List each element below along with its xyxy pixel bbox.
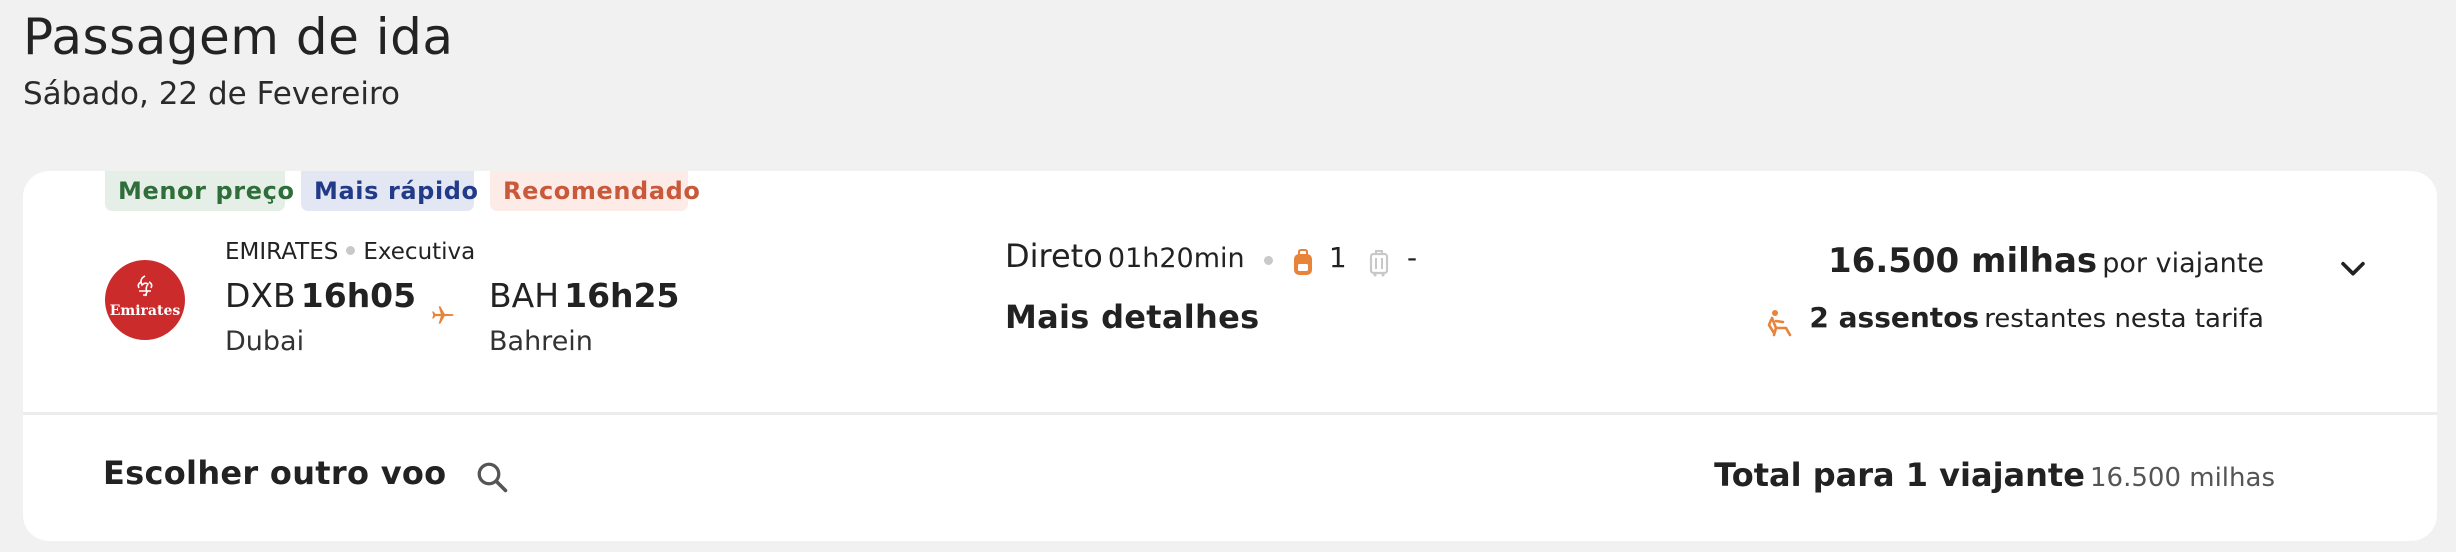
price-per-label: por viajante <box>2102 248 2264 279</box>
badge-lowest-price: Menor preço <box>105 171 294 211</box>
separator-dot <box>1263 256 1273 265</box>
badge-fastest: Mais rápido <box>301 171 478 211</box>
airline-info: EMIRATES Executiva <box>225 239 475 265</box>
chevron-down-icon[interactable] <box>2336 251 2370 285</box>
seats-rest-label: restantes nesta tarifa <box>1984 304 2264 334</box>
total-miles: 16.500 milhas <box>2090 463 2275 493</box>
separator-dot <box>346 246 356 255</box>
airline-logo: Emirates <box>105 260 185 340</box>
page-subtitle-date: Sábado, 22 de Fevereiro <box>23 76 401 112</box>
more-details-link[interactable]: Mais detalhes <box>1005 298 1260 336</box>
departure-code: DXB <box>225 276 296 315</box>
choose-other-flight-label: Escolher outro voo <box>103 454 447 492</box>
airline-logo-text: Emirates <box>110 303 181 319</box>
page-title: Passagem de ida <box>23 8 454 66</box>
suitcase-icon <box>1369 249 1388 276</box>
departure-city: Dubai <box>225 326 305 357</box>
arrival-time: 16h25 <box>564 276 680 315</box>
choose-other-flight-button[interactable]: Escolher outro voo <box>103 454 510 498</box>
seats-remaining: 2 assentos restantes nesta tarifa <box>1766 301 2264 338</box>
flight-card[interactable]: Menor preço Mais rápido Recomendado Emir… <box>23 171 2437 541</box>
badge-recommended: Recomendado <box>490 171 700 211</box>
arrival-time-block: BAH 16h25 <box>489 276 679 315</box>
card-divider <box>23 412 2437 415</box>
arrival-code: BAH <box>489 276 560 315</box>
total-label: Total para 1 viajante <box>1714 456 2085 494</box>
backpack-icon <box>1293 248 1312 275</box>
carry-on-count: 1 <box>1328 241 1347 274</box>
price-per-traveler: 16.500 milhas por viajante <box>1828 241 2264 281</box>
airline-name: EMIRATES <box>225 239 339 265</box>
departure-time-block: DXB 16h05 <box>225 276 416 315</box>
arrival-city: Bahrein <box>489 326 593 357</box>
duration: 01h20min <box>1107 243 1245 274</box>
departure-time: 16h05 <box>300 276 417 315</box>
flight-summary: Direto 01h20min 1 - <box>1005 237 1417 277</box>
stops-label: Direto <box>1005 237 1103 275</box>
total-price: Total para 1 viajante 16.500 milhas <box>1714 456 2275 494</box>
checked-bag-value: - <box>1406 241 1418 274</box>
price-miles: 16.500 milhas <box>1828 241 2098 281</box>
cabin-class: Executiva <box>363 239 476 265</box>
search-icon <box>477 462 507 492</box>
plane-icon <box>432 306 454 324</box>
seats-count: 2 assentos <box>1809 301 1980 334</box>
seat-icon <box>1768 309 1792 336</box>
